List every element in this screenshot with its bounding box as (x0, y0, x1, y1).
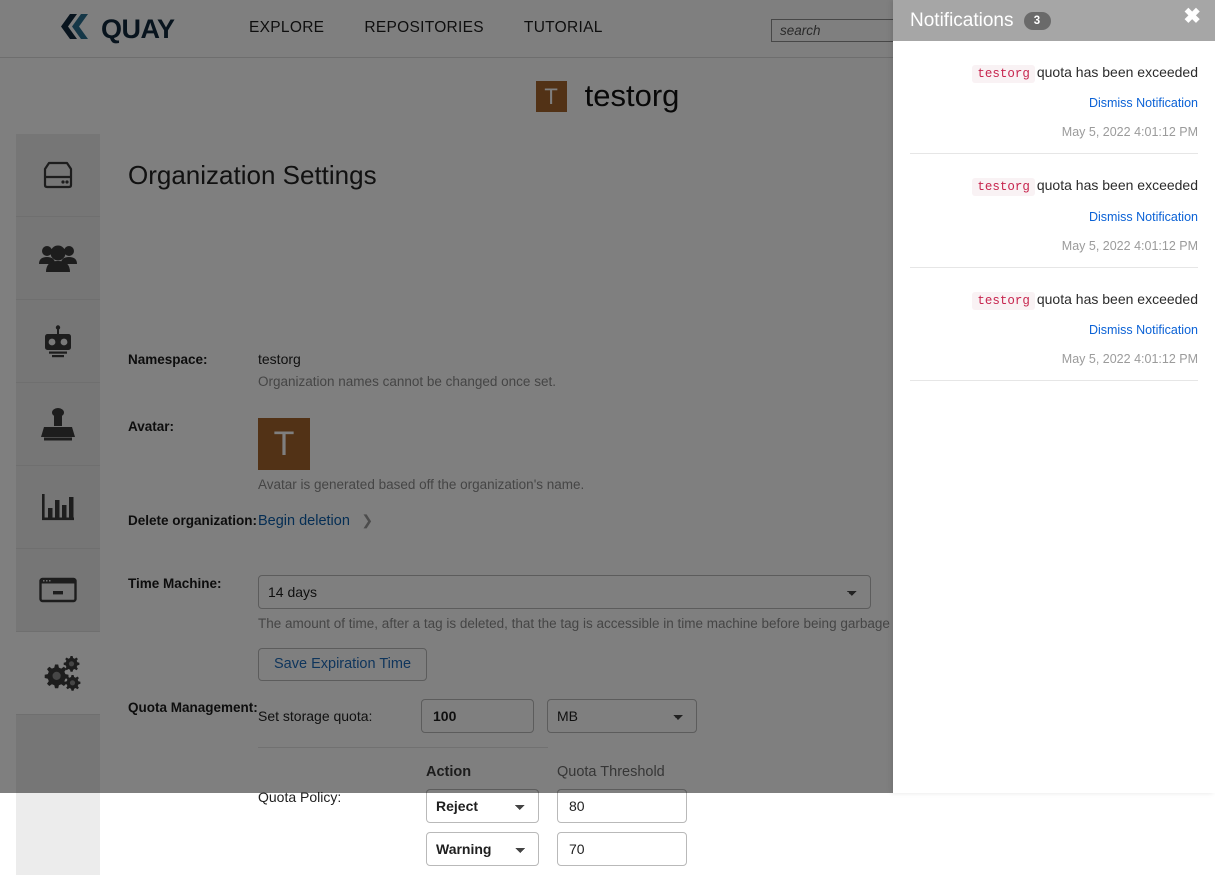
robot-icon (38, 324, 78, 358)
notification-namespace: testorg (972, 178, 1035, 196)
avatar: T (258, 418, 310, 470)
notification-message: testorgquota has been exceeded (910, 290, 1198, 309)
storage-quota-unit-select[interactable]: MB (547, 699, 697, 733)
notifications-title: Notifications (910, 10, 1014, 32)
quota-management-row: Quota Management: Set storage quota: MB … (128, 699, 818, 866)
dismiss-notification-link[interactable]: Dismiss Notification (910, 96, 1198, 110)
sidebar-item-teams[interactable] (16, 217, 100, 300)
list-item: testorgquota has been exceeded Dismiss N… (910, 41, 1198, 154)
quay-chevrons-icon (60, 13, 96, 45)
notification-message: testorgquota has been exceeded (910, 63, 1198, 82)
delete-organization-row: Delete organization: Begin deletion ❯ (128, 512, 373, 530)
sidebar-item-billing[interactable] (16, 549, 100, 632)
sidebar-item-repositories[interactable] (16, 134, 100, 217)
notification-namespace: testorg (972, 65, 1035, 83)
namespace-row: Namespace: testorg Organization names ca… (128, 351, 556, 392)
dismiss-notification-link[interactable]: Dismiss Notification (910, 210, 1198, 224)
quota-policy-header: . Action Quota Threshold (258, 764, 818, 780)
notification-namespace: testorg (972, 292, 1035, 310)
sidebar-item-usage-logs[interactable] (16, 466, 100, 549)
nav-link-repositories[interactable]: REPOSITORIES (364, 19, 484, 37)
notification-timestamp: May 5, 2022 4:01:12 PM (910, 125, 1198, 139)
storage-quota-input[interactable] (421, 699, 534, 733)
quota-management-label: Quota Management: (128, 699, 258, 866)
quay-logo-text: QUAY (101, 14, 175, 45)
namespace-value: testorg (258, 351, 556, 367)
notifications-count-badge: 3 (1024, 12, 1051, 30)
delete-organization-label: Delete organization: (128, 512, 258, 530)
sidebar-filler (16, 715, 100, 875)
users-group-icon (38, 242, 78, 274)
organization-settings-panel: Organization Settings Namespace: testorg… (100, 134, 825, 793)
notification-text: quota has been exceeded (1037, 64, 1198, 80)
hard-drive-icon (38, 160, 78, 190)
time-machine-select[interactable]: 14 days (258, 575, 871, 609)
namespace-label: Namespace: (128, 351, 258, 392)
policy-threshold-column-header: Quota Threshold (557, 764, 665, 780)
namespace-help: Organization names cannot be changed onc… (258, 373, 556, 392)
policy-action-select-warning[interactable]: Warning (426, 832, 539, 866)
nav-link-explore[interactable]: EXPLORE (249, 19, 324, 37)
sidebar-item-default-permissions[interactable] (16, 383, 100, 466)
policy-action-select-reject[interactable]: Reject (426, 789, 539, 823)
sidebar-item-robot-accounts[interactable] (16, 300, 100, 383)
notification-message: testorgquota has been exceeded (910, 176, 1198, 195)
quota-policy-label: Quota Policy: (258, 789, 408, 823)
notifications-header: Notifications 3 ✖ (893, 0, 1215, 41)
joystick-icon (38, 407, 78, 441)
time-machine-help: The amount of time, after a tag is delet… (258, 615, 988, 634)
quota-policy-row: Quota Policy: Reject (258, 789, 818, 823)
close-icon[interactable]: ✖ (1183, 6, 1201, 27)
quota-policy-row: . Warning (258, 832, 818, 866)
notification-text: quota has been exceeded (1037, 177, 1198, 193)
save-expiration-time-button[interactable]: Save Expiration Time (258, 648, 427, 681)
time-machine-row: Time Machine: 14 days The amount of time… (128, 575, 988, 681)
avatar: T (536, 81, 567, 112)
settings-page-title: Organization Settings (128, 160, 377, 191)
dismiss-notification-link[interactable]: Dismiss Notification (910, 323, 1198, 337)
policy-threshold-input-reject[interactable] (557, 789, 687, 823)
storage-quota-line: Set storage quota: MB (258, 699, 818, 733)
chevron-right-icon: ❯ (361, 512, 373, 528)
notification-text: quota has been exceeded (1037, 291, 1198, 307)
policy-threshold-input-warning[interactable] (557, 832, 687, 866)
quota-divider (258, 747, 548, 748)
sidebar-item-settings[interactable] (16, 632, 106, 715)
avatar-help: Avatar is generated based off the organi… (258, 476, 584, 495)
policy-action-column-header: Action (426, 764, 539, 780)
avatar-row: Avatar: T Avatar is generated based off … (128, 418, 584, 495)
notification-timestamp: May 5, 2022 4:01:12 PM (910, 352, 1198, 366)
list-item: testorgquota has been exceeded Dismiss N… (910, 154, 1198, 267)
quay-logo[interactable]: QUAY (60, 13, 175, 45)
notifications-list: testorgquota has been exceeded Dismiss N… (893, 41, 1215, 381)
avatar-label: Avatar: (128, 418, 258, 495)
notifications-drawer: Notifications 3 ✖ testorgquota has been … (893, 0, 1215, 793)
notification-timestamp: May 5, 2022 4:01:12 PM (910, 239, 1198, 253)
billing-card-icon (38, 576, 78, 604)
list-item: testorgquota has been exceeded Dismiss N… (910, 268, 1198, 381)
primary-nav: EXPLORE REPOSITORIES TUTORIAL (249, 19, 643, 37)
storage-quota-label: Set storage quota: (258, 708, 408, 724)
gears-icon (39, 654, 83, 692)
time-machine-label: Time Machine: (128, 575, 258, 681)
begin-deletion-link[interactable]: Begin deletion (258, 513, 350, 529)
bar-chart-icon (38, 491, 78, 523)
nav-link-tutorial[interactable]: TUTORIAL (524, 19, 603, 37)
page-title: testorg (585, 78, 680, 114)
sidebar (16, 134, 100, 793)
